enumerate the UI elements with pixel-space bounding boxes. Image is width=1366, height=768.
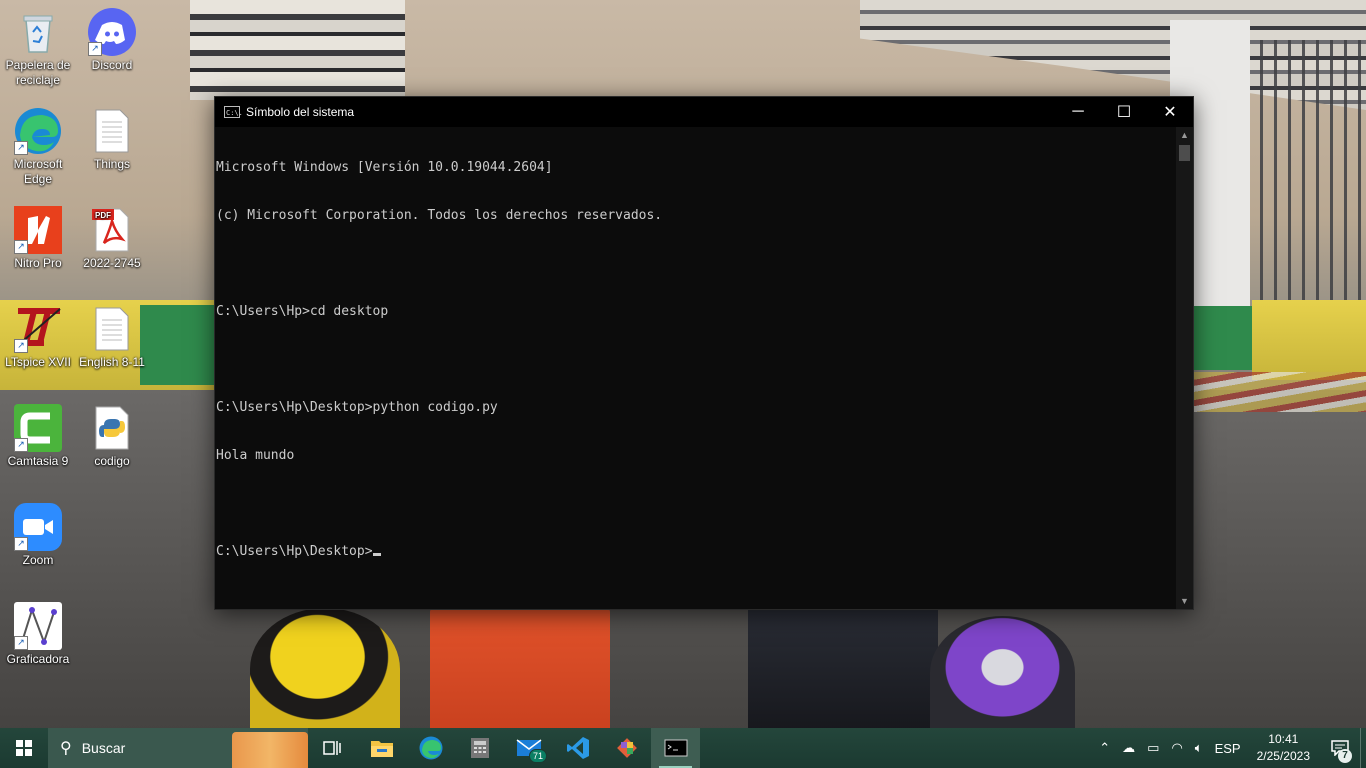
command-prompt-icon	[664, 739, 687, 757]
desktop-icon-label: Microsoft Edge	[13, 157, 63, 186]
svg-text:PDF: PDF	[95, 211, 111, 220]
document-icon	[88, 305, 136, 353]
desktop-icon-ltspice[interactable]: ↗ LTspice XVII	[0, 305, 76, 370]
maximize-button[interactable]: ☐	[1101, 97, 1147, 127]
recycle-bin-icon	[14, 8, 62, 56]
console-line: C:\Users\Hp>cd desktop	[216, 304, 389, 319]
python-file-icon	[88, 404, 136, 452]
desktop-icon-label: Things	[93, 157, 131, 171]
edge-icon	[419, 736, 442, 760]
desktop-icon-camtasia[interactable]: ↗ Camtasia 9	[0, 404, 76, 469]
clock[interactable]: 10:41 2/25/2023	[1247, 731, 1320, 765]
console-line: C:\Users\Hp\Desktop>python codigo.py	[216, 400, 498, 415]
console-prompt-line[interactable]: C:\Users\Hp\Desktop>	[216, 544, 1175, 560]
desktop-icon-pdf[interactable]: PDF 2022-2745	[74, 206, 150, 271]
vertical-scrollbar[interactable]: ▲ ▼	[1176, 127, 1193, 609]
command-prompt-window[interactable]: C:\. Símbolo del sistema ─ ☐ ✕ Microsoft…	[214, 96, 1194, 610]
text-cursor	[372, 553, 381, 556]
action-center-button[interactable]: 7	[1320, 728, 1360, 768]
task-view-icon	[322, 741, 341, 755]
desktop-icon-label: Camtasia 9	[7, 454, 69, 468]
desktop-icon-label: English 8-11	[79, 355, 145, 369]
file-explorer-icon	[370, 741, 393, 757]
task-view-button[interactable]	[308, 728, 357, 768]
desktop-icon-discord[interactable]: ↗ Discord	[74, 8, 150, 73]
clock-time: 10:41	[1268, 732, 1299, 746]
taskbar-mail[interactable]: 71	[504, 728, 553, 768]
notification-count: 7	[1338, 749, 1352, 763]
console-output[interactable]: Microsoft Windows [Versión 10.0.19044.26…	[215, 127, 1176, 609]
command-prompt-icon: C:\.	[224, 106, 243, 118]
onedrive-cloud-icon[interactable]: ☁	[1116, 740, 1141, 756]
taskbar-file-explorer[interactable]	[357, 728, 406, 768]
desktop-icon-label: Zoom	[22, 553, 54, 567]
desktop-icon-edge[interactable]: ↗ Microsoft Edge	[0, 107, 76, 187]
ltspice-icon: ↗	[14, 305, 62, 353]
camtasia-icon: ↗	[14, 404, 62, 452]
close-button[interactable]: ✕	[1147, 97, 1193, 127]
desktop-icon-nitro-pro[interactable]: ↗ Nitro Pro	[0, 206, 76, 271]
taskbar-edge[interactable]	[406, 728, 455, 768]
search-highlight-art	[232, 732, 308, 768]
wifi-icon[interactable]: ◠	[1165, 740, 1188, 756]
desktop-icon-recycle-bin[interactable]: Papelera de reciclaje	[0, 8, 76, 88]
console-line: Hola mundo	[216, 448, 295, 463]
calculator-icon	[470, 738, 489, 758]
console-line: (c) Microsoft Corporation. Todos los der…	[216, 208, 663, 223]
clock-date: 2/25/2023	[1256, 749, 1310, 763]
console-prompt: C:\Users\Hp\Desktop>	[216, 544, 373, 559]
taskbar-search-box[interactable]: ⚲ Buscar	[48, 728, 308, 768]
search-placeholder: Buscar	[81, 740, 126, 756]
input-language[interactable]: ESP	[1209, 741, 1247, 756]
minimize-button[interactable]: ─	[1055, 97, 1101, 127]
desktop-icon-label: LTspice XVII	[5, 355, 71, 369]
git-gui-icon	[616, 738, 637, 758]
desktop-icon-things[interactable]: Things	[74, 107, 150, 172]
edge-icon: ↗	[14, 107, 62, 155]
desktop-icon-english[interactable]: English 8-11	[74, 305, 150, 370]
battery-icon[interactable]: ▭	[1141, 740, 1165, 756]
taskbar-calculator[interactable]	[455, 728, 504, 768]
taskbar-vscode[interactable]	[553, 728, 602, 768]
desktop-icon-label: Nitro Pro	[14, 256, 62, 270]
show-desktop-button[interactable]	[1360, 728, 1366, 768]
desktop-icon-label: Discord	[91, 58, 133, 72]
console-line: Microsoft Windows [Versión 10.0.19044.26…	[216, 160, 553, 175]
nitro-pro-icon: ↗	[14, 206, 62, 254]
show-hidden-icons-chevron-up-icon[interactable]: ⌃	[1093, 740, 1116, 756]
desktop-icon-label: codigo	[94, 454, 130, 468]
pdf-icon: PDF	[88, 206, 136, 254]
desktop-icon-graficadora[interactable]: ↗ Graficadora	[0, 602, 76, 667]
scroll-down-icon[interactable]: ▼	[1176, 593, 1193, 609]
taskbar-command-prompt[interactable]	[651, 728, 700, 768]
desktop-icon-label: Graficadora	[6, 652, 70, 666]
taskbar-git-gui[interactable]	[602, 728, 651, 768]
desktop-icon-label: Papelera de reciclaje	[5, 58, 71, 87]
window-title: Símbolo del sistema	[246, 105, 355, 119]
desktop-icon-zoom[interactable]: ↗ Zoom	[0, 503, 76, 568]
search-icon: ⚲	[60, 740, 72, 757]
start-button[interactable]	[0, 728, 48, 768]
desktop-icon-label: 2022-2745	[83, 256, 141, 270]
desktop-icon-codigo[interactable]: codigo	[74, 404, 150, 469]
mail-badge: 71	[528, 749, 547, 763]
graficadora-icon: ↗	[14, 602, 62, 650]
system-tray: ⌃ ☁ ▭ ◠ 🔈︎ ESP 10:41 2/25/2023 7	[1093, 728, 1366, 768]
taskbar: ⚲ Buscar 71 ⌃ ☁ ▭ ◠ 🔈︎ ESP 10:41 2/25/20…	[0, 728, 1366, 768]
vscode-icon	[566, 737, 589, 759]
zoom-icon: ↗	[14, 503, 62, 551]
window-titlebar[interactable]: C:\. Símbolo del sistema ─ ☐ ✕	[215, 97, 1193, 127]
windows-logo-icon	[16, 740, 32, 756]
scrollbar-thumb[interactable]	[1179, 145, 1190, 161]
document-icon	[88, 107, 136, 155]
scroll-up-icon[interactable]: ▲	[1176, 127, 1193, 143]
discord-icon: ↗	[88, 8, 136, 56]
volume-icon[interactable]: 🔈︎	[1189, 740, 1209, 756]
